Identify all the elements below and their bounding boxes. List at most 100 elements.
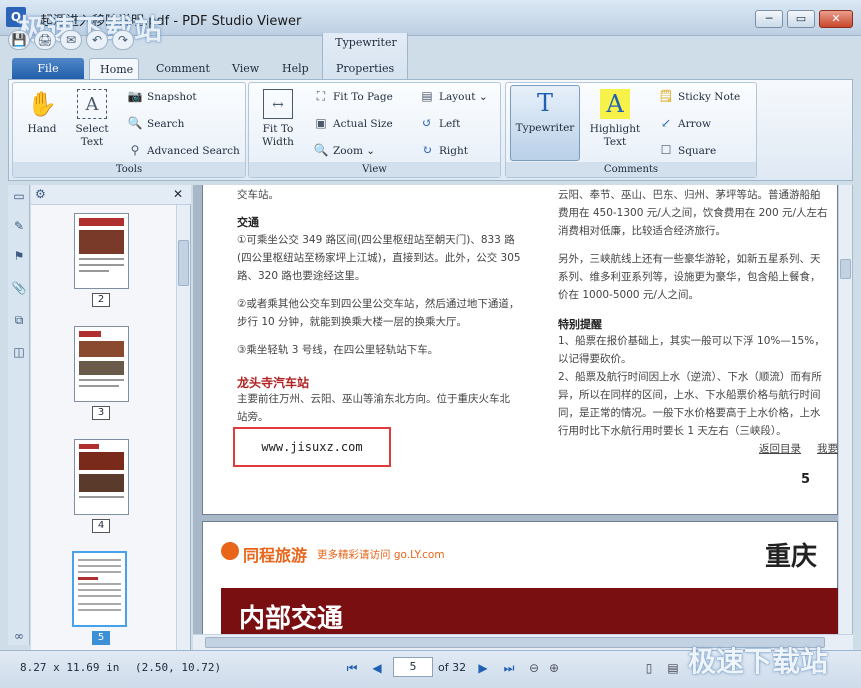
layout-button[interactable]: ▤ Layout ⌄: [419, 87, 488, 105]
chevron-down-icon: ⌄: [366, 145, 376, 157]
thumbnail-scrollbar[interactable]: [176, 205, 190, 650]
text-line: 行用时比下水航行用时要长 1 天左右（三峡段）。: [558, 425, 787, 437]
text-line: ③乘坐轻轨 3 号线，在四公里轻轨站下车。: [237, 344, 439, 356]
quick-access-toolbar: 💾 🖨 ✉ ↶ ↷: [8, 30, 134, 52]
rotate-left-label: Left: [439, 118, 461, 130]
thumbnail-preview: [78, 559, 121, 611]
text-line: 异，所以在同样的区间，上水、下水船票价格与航行时间: [558, 389, 821, 401]
zoom-out-icon[interactable]: ⊖: [525, 659, 543, 677]
advanced-search-button[interactable]: ⚲ Advanced Search: [127, 141, 240, 159]
previous-page-icon[interactable]: ◀: [368, 659, 386, 677]
zoom-in-icon[interactable]: ⊕: [545, 659, 563, 677]
tab-view[interactable]: View: [222, 58, 269, 80]
scrollbar-thumb[interactable]: [178, 240, 189, 286]
document-scrollbar[interactable]: [838, 185, 852, 634]
rotate-right-button[interactable]: ↻ Right: [419, 141, 468, 159]
rotate-left-icon: ↺: [421, 116, 433, 130]
highlight-label-2: Text: [603, 136, 627, 148]
hand-button[interactable]: ✋ Hand: [15, 87, 69, 159]
chevron-down-icon: ⌄: [478, 91, 488, 103]
view-group: ↔ Fit To Width ⛶ Fit To Page ▣ Actual Size…: [248, 82, 501, 178]
close-panel-icon[interactable]: ✕: [173, 187, 183, 201]
square-icon: ☐: [660, 143, 672, 157]
thumbnail-page[interactable]: [74, 326, 129, 402]
snapshot-button[interactable]: 📷 Snapshot: [127, 87, 197, 105]
rotate-left-button[interactable]: ↺ Left: [419, 114, 460, 132]
binoculars-icon: ⚲: [130, 143, 140, 157]
text-line: 路、320 路也要途经这里。: [237, 270, 366, 282]
layout-icon: ▤: [421, 89, 433, 103]
attachment-icon[interactable]: 📎: [11, 281, 27, 297]
square-button[interactable]: ☐ Square: [658, 141, 717, 159]
text-line: ①可乘坐公交 349 路区间(四公里枢纽站至朝天门)、833 路: [237, 234, 515, 246]
continuous-page-icon[interactable]: ▤: [664, 659, 682, 677]
close-button[interactable]: ✕: [819, 10, 853, 28]
tab-home[interactable]: Home: [89, 58, 139, 80]
fit-page-icon: ⛶: [316, 89, 326, 103]
email-icon[interactable]: ✉: [60, 30, 82, 50]
first-page-icon[interactable]: ⏮: [343, 659, 361, 677]
thumbnail-number-selected: 5: [92, 631, 110, 645]
actual-size-icon: ▣: [315, 116, 327, 130]
undo-icon[interactable]: ↶: [86, 30, 108, 50]
section-heading: 交通: [237, 216, 259, 229]
zoom-icon: 🔍: [313, 143, 329, 157]
zoom-button[interactable]: 🔍 Zoom ⌄: [313, 141, 376, 159]
tab-help[interactable]: Help: [272, 58, 319, 80]
actual-size-button[interactable]: ▣ Actual Size: [313, 114, 393, 132]
bookmark-icon[interactable]: ⚑: [11, 249, 27, 265]
arrow-icon: ↙: [660, 116, 672, 130]
sticky-note-button[interactable]: 🗒 Sticky Note: [658, 87, 740, 105]
single-page-icon[interactable]: ▯: [640, 659, 658, 677]
thumbnail-number: 4: [92, 519, 110, 533]
typewriter-button[interactable]: T Typewriter: [510, 85, 580, 161]
link-icon[interactable]: ∞: [11, 629, 27, 645]
tab-comment[interactable]: Comment: [146, 58, 220, 80]
layers-icon[interactable]: ◫: [11, 345, 27, 361]
scrollbar-thumb[interactable]: [840, 259, 851, 279]
rotate-right-label: Right: [439, 145, 468, 157]
brand-subtitle: 更多精彩请访问 go.LY.com: [317, 549, 445, 561]
last-page-icon[interactable]: ⏭: [500, 659, 518, 677]
text-line: 主要前往万州、云阳、巫山等渝东北方向。位于重庆火车北: [237, 393, 510, 405]
text-line: 站旁。: [237, 411, 269, 423]
text-line: 步行 10 分钟，就能到换乘大楼一层的换乘大厅。: [237, 316, 468, 328]
select-text-label-2: Text: [80, 136, 104, 148]
back-to-contents-link[interactable]: 返回目录: [759, 440, 801, 458]
search-icon: 🔍: [127, 116, 143, 130]
fit-width-label-1: Fit To: [262, 123, 294, 135]
redo-icon[interactable]: ↷: [112, 30, 134, 50]
sliders-icon[interactable]: ⚙: [35, 187, 46, 201]
more-link[interactable]: 我要: [817, 440, 838, 458]
search-button[interactable]: 🔍 Search: [127, 114, 185, 132]
camera-icon: 📷: [127, 89, 143, 103]
pages-icon[interactable]: ⧉: [11, 313, 27, 329]
fit-to-width-button[interactable]: ↔ Fit To Width: [251, 87, 305, 159]
signature-icon[interactable]: ✎: [11, 219, 27, 235]
thumbnail-page-selected[interactable]: [72, 551, 127, 627]
thumbnails-icon[interactable]: ▭: [11, 189, 27, 205]
actual-size-label: Actual Size: [333, 118, 393, 130]
square-label: Square: [678, 145, 717, 157]
select-text-button[interactable]: A Select Text: [65, 87, 119, 159]
highlight-text-button[interactable]: A Highlight Text: [588, 87, 642, 159]
page-number-input[interactable]: 5: [393, 657, 433, 677]
maximize-button[interactable]: ▭: [787, 10, 815, 28]
rotate-right-icon: ↻: [421, 143, 433, 157]
thumbnail-page[interactable]: [74, 213, 129, 289]
brand-name: 同程旅游: [243, 546, 308, 565]
tab-file[interactable]: File: [12, 58, 84, 80]
url-annotation-box[interactable]: www.jisuxz.com: [233, 427, 391, 467]
save-icon[interactable]: 💾: [8, 30, 30, 50]
tab-properties[interactable]: Properties: [326, 58, 404, 80]
thumbnail-page[interactable]: [74, 439, 129, 515]
minimize-button[interactable]: ─: [755, 10, 783, 28]
brand-logo-icon: [221, 542, 239, 560]
next-page-icon[interactable]: ▶: [474, 659, 492, 677]
document-view[interactable]: 交车站。 交通 ①可乘坐公交 349 路区间(四公里枢纽站至朝天门)、833 路…: [193, 185, 853, 634]
arrow-button[interactable]: ↙ Arrow: [658, 114, 711, 132]
fit-to-page-button[interactable]: ⛶ Fit To Page: [313, 87, 393, 105]
text-line: (四公里枢纽站至杨家坪上江城)，直接到达。此外，公交 305: [237, 252, 521, 264]
print-icon[interactable]: 🖨: [34, 30, 56, 50]
arrow-label: Arrow: [678, 118, 711, 130]
